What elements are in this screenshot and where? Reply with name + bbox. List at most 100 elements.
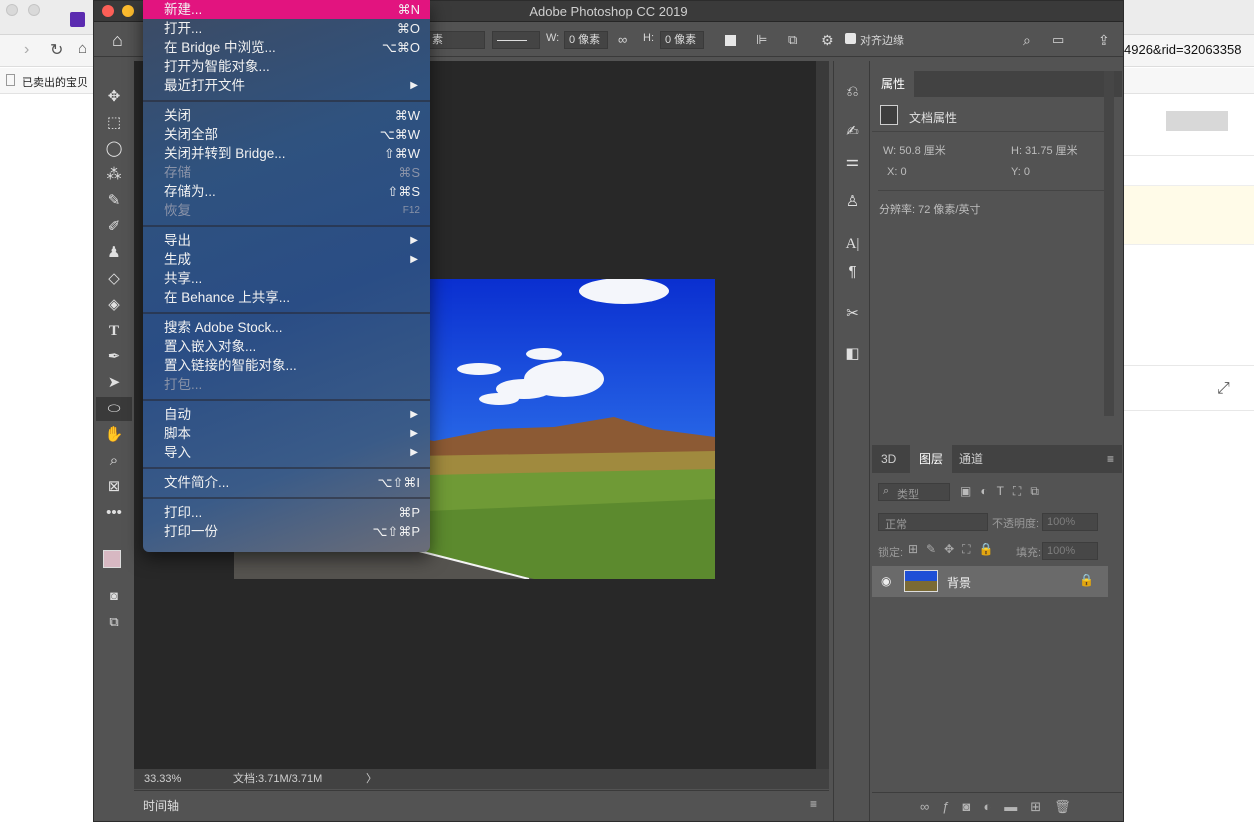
layer-filter-select[interactable]: ⌕ 类型 <box>878 483 950 501</box>
opacity-input[interactable]: 100% <box>1042 513 1098 531</box>
layer-filter-icons[interactable]: ▣◐T⛶⧉ <box>960 484 1048 499</box>
zoom-tool-icon[interactable]: ⌕ <box>96 449 132 473</box>
quick-mask-icon[interactable]: ◙ <box>96 584 132 608</box>
menu-item[interactable]: 自动 ▶ <box>143 405 430 424</box>
menu-item[interactable]: 共享... <box>143 269 430 288</box>
move-tool-icon[interactable]: ✥ <box>96 85 132 109</box>
brush-tool-icon[interactable]: ✐ <box>96 215 132 239</box>
menu-item[interactable]: 导入 ▶ <box>143 443 430 462</box>
fill-input[interactable]: 100% <box>1042 542 1098 560</box>
eraser-tool-icon[interactable]: ◇ <box>96 267 132 291</box>
marquee-tool-icon[interactable]: ⬚ <box>96 111 132 135</box>
frame-tool-icon[interactable]: ⊠ <box>96 475 132 499</box>
tab-timeline[interactable]: 时间轴 <box>143 797 179 814</box>
menu-item[interactable]: 打开为智能对象... <box>143 57 430 76</box>
menu-item[interactable]: 存储为... ⇧⌘S <box>143 182 430 201</box>
panel-menu-icon[interactable]: ≡ <box>810 797 817 811</box>
menu-item[interactable]: 生成 ▶ <box>143 250 430 269</box>
expand-icon[interactable]: ⤢ <box>1217 380 1230 398</box>
window-close-dot[interactable] <box>6 4 18 16</box>
menu-item[interactable]: 打印... ⌘P <box>143 503 430 522</box>
menu-item[interactable]: 恢复 F12 <box>143 201 430 220</box>
menu-item[interactable]: 搜索 Adobe Stock... <box>143 318 430 337</box>
tab-3d[interactable]: 3D <box>872 445 905 473</box>
paragraph-icon[interactable]: ¶ <box>834 259 871 285</box>
menu-item[interactable]: 在 Behance 上共享... <box>143 288 430 307</box>
url-text[interactable]: 4926&rid=32063358 <box>1124 42 1241 57</box>
tab-channels[interactable]: 通道 <box>950 445 992 473</box>
layer-row[interactable]: ◉ 背景 🔒 <box>872 566 1108 597</box>
workspace-icon[interactable]: ▭ <box>1052 32 1064 48</box>
menu-item[interactable]: 最近打开文件 ▶ <box>143 76 430 95</box>
screen-mode-icon[interactable]: ⧉ <box>96 610 132 634</box>
menu-item[interactable]: 新建... ⌘N <box>143 0 430 19</box>
history-icon[interactable]: ⎌ <box>834 79 871 105</box>
quick-select-tool-icon[interactable]: ⁂ <box>96 163 132 187</box>
menu-item[interactable]: 置入嵌入对象... <box>143 337 430 356</box>
status-menu-arrow[interactable]: 〉 <box>366 769 377 789</box>
character-icon[interactable]: A| <box>834 231 871 257</box>
minimize-icon[interactable] <box>122 5 134 17</box>
stroke-size-select[interactable]: 素 <box>427 31 485 49</box>
window-minimize-dot[interactable] <box>28 4 40 16</box>
visibility-eye-icon[interactable]: ◉ <box>881 574 891 588</box>
share-icon[interactable]: ⇪ <box>1098 32 1110 49</box>
type-tool-icon[interactable]: T <box>96 319 132 343</box>
stroke-type-select[interactable] <box>492 31 540 49</box>
stamp-tool-icon[interactable]: ♟ <box>96 241 132 265</box>
path-ops-icon[interactable] <box>725 35 736 46</box>
panel-menu-icon[interactable]: ≡ <box>1107 452 1114 466</box>
menu-item[interactable]: 打包... <box>143 375 430 394</box>
home-icon[interactable]: ⌂ <box>112 30 123 51</box>
lasso-tool-icon[interactable]: ◯ <box>96 137 132 161</box>
brush-settings-icon[interactable]: ✍ <box>834 119 871 145</box>
link-icon[interactable]: ∞ <box>618 32 627 47</box>
close-icon[interactable] <box>102 5 114 17</box>
canvas-scrollbar[interactable] <box>816 61 829 771</box>
zoom-level[interactable]: 33.33% <box>144 769 181 789</box>
tools-preset-icon[interactable]: ✂ <box>834 301 871 327</box>
layer-action-icons[interactable]: ∞ƒ◙◐▬⊞🗑 <box>920 799 1084 815</box>
tab-properties[interactable]: 属性 <box>872 71 915 97</box>
menu-item[interactable]: 置入链接的智能对象... <box>143 356 430 375</box>
ellipse-tool-icon[interactable]: ⬭ <box>96 397 132 421</box>
path-select-tool-icon[interactable]: ➤ <box>96 371 132 395</box>
more-tools-icon[interactable]: ••• <box>96 501 132 525</box>
hand-tool-icon[interactable]: ✋ <box>96 423 132 447</box>
reload-icon[interactable]: ↻ <box>50 40 63 60</box>
menu-item[interactable]: 脚本 ▶ <box>143 424 430 443</box>
path-align-icon[interactable]: ⊫ <box>756 32 767 48</box>
menu-item[interactable]: 导出 ▶ <box>143 231 430 250</box>
tab-layers[interactable]: 图层 <box>910 445 953 473</box>
menu-item[interactable]: 关闭全部 ⌥⌘W <box>143 125 430 144</box>
clone-source-icon[interactable]: ♙ <box>834 189 871 215</box>
lock-icons[interactable]: ⊞✎✥⛶🔒 <box>908 542 1002 557</box>
menu-item[interactable]: 关闭 ⌘W <box>143 106 430 125</box>
properties-scrollbar[interactable] <box>1104 71 1114 416</box>
adjustments-icon[interactable]: ⚌ <box>834 149 871 175</box>
menu-item[interactable]: 打印一份 ⌥⇧⌘P <box>143 522 430 541</box>
layer-name[interactable]: 背景 <box>947 574 971 591</box>
menu-item[interactable]: 在 Bridge 中浏览... ⌥⌘O <box>143 38 430 57</box>
align-edges-checkbox[interactable] <box>845 33 856 44</box>
foreground-color-swatch[interactable] <box>103 550 121 568</box>
pen-tool-icon[interactable]: ✒ <box>96 345 132 369</box>
eyedropper-tool-icon[interactable]: ✎ <box>96 189 132 213</box>
fill-tool-icon[interactable]: ◈ <box>96 293 132 317</box>
home-icon[interactable]: ⌂ <box>78 40 87 57</box>
menu-item[interactable]: 关闭并转到 Bridge... ⇧⌘W <box>143 144 430 163</box>
width-input[interactable]: 0 像素 <box>564 31 608 49</box>
path-arrange-icon[interactable]: ⧉ <box>788 32 797 48</box>
forward-icon[interactable]: › <box>24 41 29 59</box>
blend-mode-select[interactable]: 正常 <box>878 513 988 531</box>
menu-item[interactable]: 文件简介... ⌥⇧⌘I <box>143 473 430 492</box>
height-input[interactable]: 0 像素 <box>660 31 704 49</box>
navigator-icon[interactable]: ◧ <box>834 341 871 367</box>
lock-icon[interactable]: 🔒 <box>1079 573 1094 587</box>
gear-icon[interactable]: ⚙ <box>821 32 834 49</box>
bookmark-item[interactable]: 已卖出的宝贝 <box>22 74 88 90</box>
blend-mode-value: 正常 <box>885 519 907 531</box>
search-icon[interactable]: ⌕ <box>1023 32 1031 49</box>
menu-item[interactable]: 存储 ⌘S <box>143 163 430 182</box>
menu-item[interactable]: 打开... ⌘O <box>143 19 430 38</box>
